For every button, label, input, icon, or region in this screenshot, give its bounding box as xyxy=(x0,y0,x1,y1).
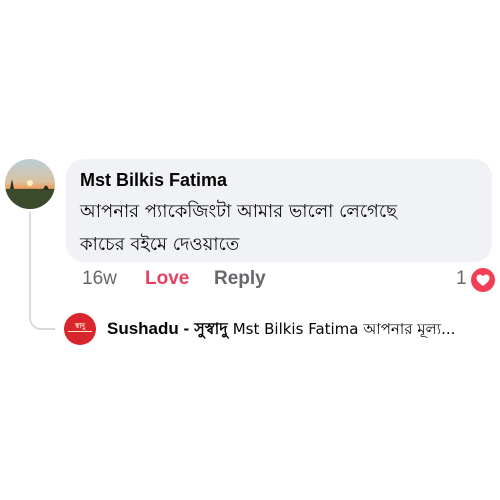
sunset-photo xyxy=(5,179,55,209)
commenter-avatar[interactable] xyxy=(5,159,55,209)
reply-author-name[interactable]: Sushadu - xyxy=(107,319,189,338)
comment-author[interactable]: Mst Bilkis Fatima xyxy=(80,169,478,191)
thread-connector xyxy=(29,212,55,330)
comment-timestamp[interactable]: 16w xyxy=(82,268,117,290)
avatar-logo-text: স্বাদু xyxy=(75,322,85,330)
reply-preview-text: Mst Bilkis Fatima আপনার মূল্য... xyxy=(232,320,456,338)
reply-author-name-bn[interactable]: সুস্বাদু xyxy=(194,319,227,338)
love-button[interactable]: Love xyxy=(145,268,189,290)
reply-author-avatar[interactable]: স্বাদু xyxy=(64,313,96,345)
avatar-logo-underline xyxy=(68,331,92,335)
heart-icon[interactable] xyxy=(471,268,495,292)
reply-button[interactable]: Reply xyxy=(214,268,266,290)
comment-bubble: Mst Bilkis Fatima আপনার প্যাকেজিংটা আমার… xyxy=(66,159,492,262)
reply-preview[interactable]: Sushadu - সুস্বাদু Mst Bilkis Fatima আপন… xyxy=(107,318,495,340)
comment-text-line-2: কাচের বইমে দেওয়াতে xyxy=(80,234,240,255)
reaction-count[interactable]: 1 xyxy=(456,268,467,290)
comment-text-line-1: আপনার প্যাকেজিংটা আমার ভালো লেগেছে xyxy=(80,201,397,222)
comment-text: আপনার প্যাকেজিংটা আমার ভালো লেগেছে কাচের… xyxy=(80,195,478,261)
